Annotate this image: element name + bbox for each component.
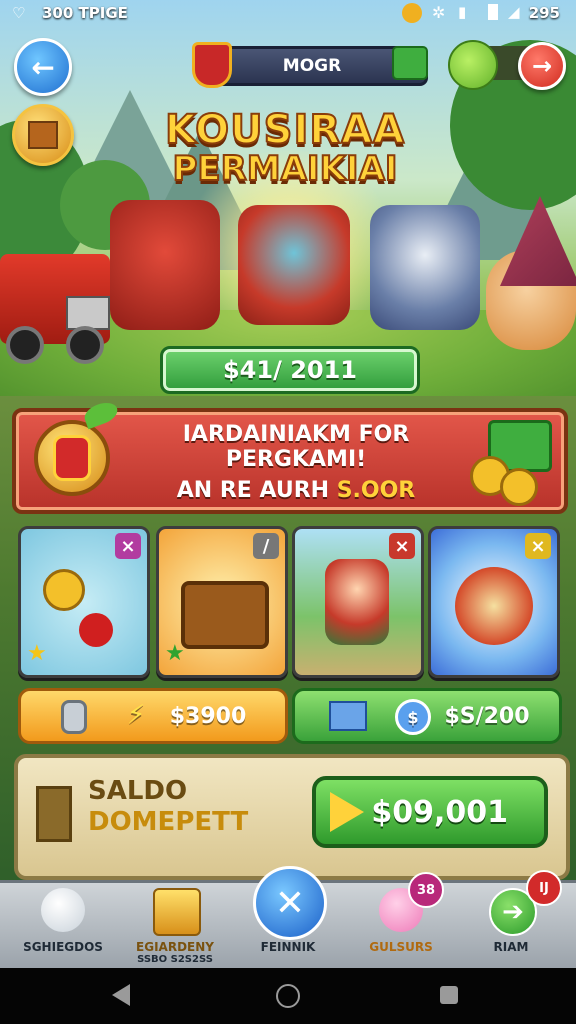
recents-nav-icon[interactable]: [440, 986, 458, 1004]
status-left-text: 300 TPIGE: [42, 4, 128, 22]
star-icon: ★: [27, 641, 47, 666]
door-icon: [36, 786, 72, 842]
back-nav-icon[interactable]: [112, 984, 130, 1006]
shield-icon: [192, 42, 232, 88]
close-icon[interactable]: ×: [525, 533, 551, 559]
nav-item-feinnik[interactable]: ✕ FEINNIK: [233, 866, 343, 964]
notification-icon: ♡: [12, 4, 26, 22]
capsule-icon: [61, 700, 87, 734]
horned-robot-hero: [238, 205, 350, 325]
buy-right-price: $S/200: [444, 703, 530, 729]
game-title-line1: KOUSIRAA: [164, 107, 406, 153]
shop-card-coins-cherries[interactable]: ★ ×: [18, 526, 150, 678]
white-rabbit-knight: [370, 205, 480, 330]
red-truck: [0, 226, 112, 364]
cash-icon: [392, 46, 428, 80]
notification-badge: IJ: [526, 870, 562, 906]
cash-and-coins-icon: [470, 420, 554, 506]
settings-icon: ✲: [432, 3, 446, 22]
balance-label-line2: DOMEPETT: [88, 807, 249, 838]
notification-badge: 38: [408, 872, 444, 908]
shop-card-robot-warrior[interactable]: ×: [292, 526, 424, 678]
promo-line2: AN RE AURH S.OOR: [116, 478, 476, 503]
close-icon[interactable]: ×: [115, 533, 141, 559]
lightning-icon: ⚡: [127, 700, 146, 730]
header-title: MOGR: [282, 56, 342, 76]
promo-line2-highlight: S.OOR: [336, 478, 416, 503]
promo-line1: IARDAINIAKM FOR PERGKAMI!: [182, 422, 410, 472]
nav-item-egiardeny[interactable]: EGIARDENY SSBO S2S2SS: [120, 884, 230, 965]
coin-icon: [43, 569, 85, 611]
back-button[interactable]: ←: [14, 38, 72, 96]
close-icon: ✕: [253, 866, 327, 940]
nav-label: FEINNIK: [260, 940, 316, 954]
forward-button[interactable]: →: [518, 42, 566, 90]
balance-label: SALDO DOMEPETT: [88, 776, 248, 838]
medal-icon: [34, 420, 110, 496]
inventory-box-button[interactable]: [12, 104, 74, 166]
orb-icon: [455, 567, 533, 645]
promo-line2-prefix: AN RE AURH: [176, 478, 337, 503]
game-title-line2: PERMAIKIAI: [171, 149, 398, 189]
buy-left-price: $3900: [169, 703, 247, 729]
wifi-icon: ◢: [508, 3, 520, 21]
gold-bars-icon: [153, 888, 201, 936]
treasure-chest-icon: [181, 581, 269, 649]
nav-sublabel: SSBO S2S2SS: [137, 954, 213, 965]
buy-button-left[interactable]: ⚡ $3900: [18, 688, 288, 744]
red-armored-warrior: [110, 200, 220, 330]
nav-label: GULSURS: [369, 940, 433, 954]
cube-icon: [329, 701, 367, 731]
coin-icon: [402, 3, 422, 23]
arrow-right-icon: →: [531, 52, 553, 80]
arrow-left-icon: ←: [31, 50, 55, 84]
status-bar: ♡ 300 TPIGE ✲ ▮ ◢ 295: [0, 0, 576, 28]
shop-card-treasure-chest[interactable]: ★ /: [156, 526, 288, 678]
battery-icon: [488, 4, 498, 20]
play-icon: [330, 792, 364, 832]
nav-item-gulsurs[interactable]: 38 GULSURS: [346, 872, 456, 964]
crate-icon: [28, 121, 58, 149]
ghost-icon: [41, 888, 85, 932]
cherry-icon: [79, 613, 113, 647]
game-logo-title: KOUSIRAA PERMAIKIAI: [160, 107, 410, 189]
balance-amount: $09,001: [371, 794, 508, 830]
star-icon: ★: [165, 641, 185, 666]
balance-label-line1: SALDO: [88, 776, 188, 806]
nav-item-riam[interactable]: ➔ IJ RIAM: [456, 870, 566, 964]
robot-warrior-icon: [325, 559, 389, 645]
signal-icon: ▮: [458, 3, 467, 21]
home-nav-icon[interactable]: [276, 984, 300, 1008]
edit-icon[interactable]: /: [253, 533, 279, 559]
nav-label: RIAM: [493, 940, 529, 954]
shop-card-mystery-orb[interactable]: ×: [428, 526, 560, 678]
green-cat-avatar-icon[interactable]: [448, 40, 498, 90]
close-icon[interactable]: ×: [389, 533, 415, 559]
nav-item-sghiegdos[interactable]: SGHIEGDOS: [8, 884, 118, 964]
nav-label: EGIARDENY: [136, 940, 214, 954]
status-right-text: 295: [528, 4, 560, 22]
nav-label: SGHIEGDOS: [23, 940, 103, 954]
buy-button-right[interactable]: $ $S/200: [292, 688, 562, 744]
hero-price-value: $41/ 2011: [222, 356, 357, 384]
system-navigation-bar: [0, 968, 576, 1024]
hero-price-button[interactable]: $41/ 2011: [160, 346, 420, 394]
promo-text: IARDAINIAKM FOR PERGKAMI! AN RE AURH S.O…: [116, 422, 476, 503]
dollar-coin-icon: $: [395, 699, 431, 735]
